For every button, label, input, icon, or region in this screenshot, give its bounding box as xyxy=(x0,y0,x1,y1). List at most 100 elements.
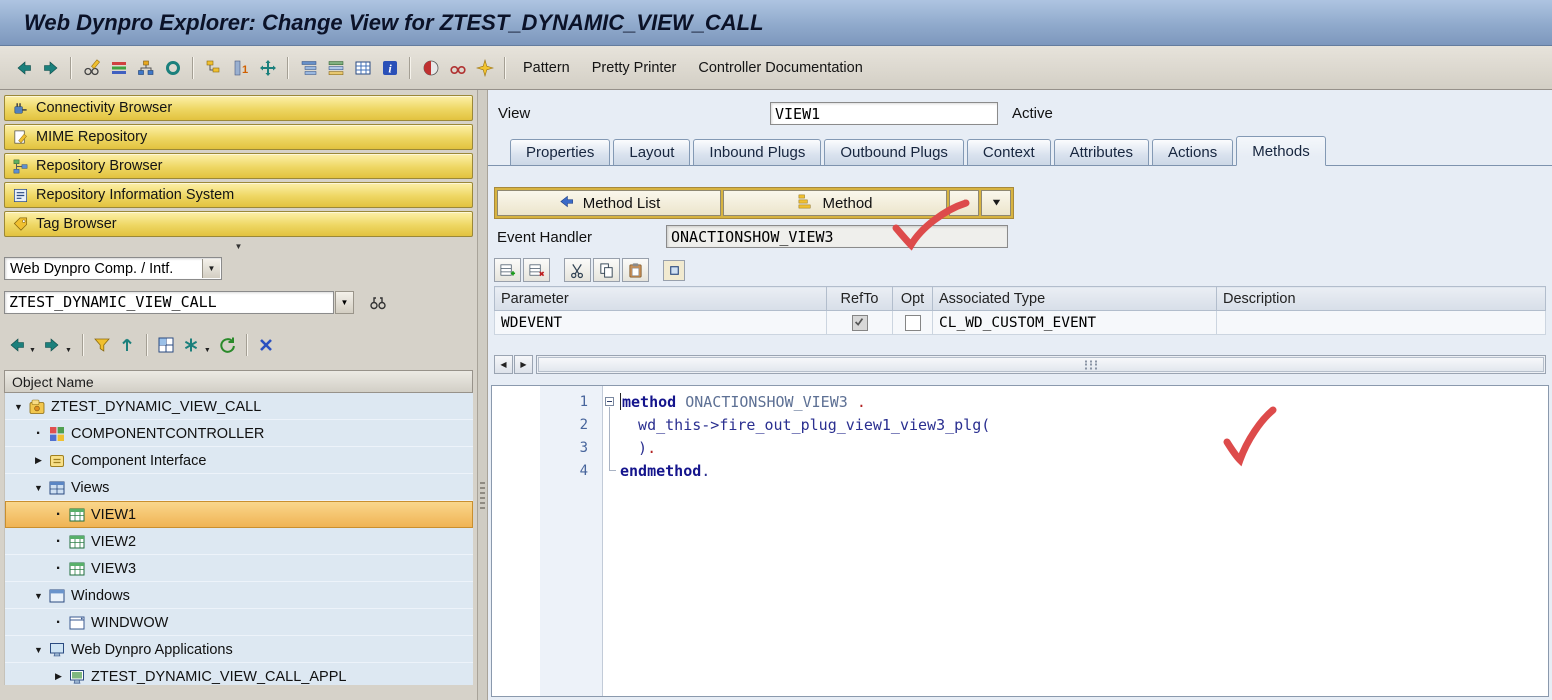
scrollbar-thumb[interactable] xyxy=(538,357,1544,372)
binoculars-icon[interactable] xyxy=(364,289,391,315)
tree-item-ztest-dynamic-view-call[interactable]: ▼ ZTEST_DYNAMIC_VIEW_CALL xyxy=(5,393,473,420)
collapse-arrow-icon[interactable]: ▼ xyxy=(235,242,243,251)
back-icon[interactable] xyxy=(10,55,37,81)
tree-item-componentcontroller[interactable]: · COMPONENTCONTROLLER xyxy=(5,420,473,447)
opt-checkbox[interactable] xyxy=(904,314,921,331)
tab-actions[interactable]: Actions xyxy=(1152,139,1234,166)
expander-open-icon[interactable]: ▼ xyxy=(11,402,26,412)
tree-item-component-interface[interactable]: ▶ Component Interface xyxy=(5,447,473,474)
refresh-icon[interactable] xyxy=(215,332,240,357)
insert-row-icon[interactable] xyxy=(494,258,521,282)
abap-code-editor[interactable]: 1 method ONACTIONSHOW_VIEW3 . 2 wd_this->f… xyxy=(491,385,1549,697)
object-category-select[interactable]: Web Dynpro Comp. / Intf. ▼ xyxy=(4,257,222,280)
tree-item-windwow[interactable]: · WINDWOW xyxy=(5,609,473,636)
forward-icon[interactable] xyxy=(40,332,65,357)
tree-item-view3[interactable]: · VIEW3 xyxy=(5,555,473,582)
method-list-button[interactable]: Method List xyxy=(497,190,721,216)
navigation-icon[interactable] xyxy=(254,55,281,81)
method-button[interactable]: Method xyxy=(723,190,947,216)
column-header-refto[interactable]: RefTo xyxy=(826,286,893,311)
tab-inbound-plugs[interactable]: Inbound Plugs xyxy=(693,139,822,166)
fold-collapse-icon[interactable] xyxy=(602,390,620,413)
next-method-button[interactable] xyxy=(981,190,1011,216)
code-line-3[interactable]: 3 ). xyxy=(492,436,1548,459)
tree-item-view2[interactable]: · VIEW2 xyxy=(5,528,473,555)
tab-attributes[interactable]: Attributes xyxy=(1053,139,1149,166)
where-used-icon[interactable] xyxy=(159,55,186,81)
tab-methods[interactable]: Methods xyxy=(1236,136,1326,166)
column-header-opt[interactable]: Opt xyxy=(892,286,933,311)
code-line-4[interactable]: 4 endmethod. xyxy=(492,459,1548,482)
dropdown-arrow-icon[interactable]: ▼ xyxy=(204,347,211,354)
previous-method-button[interactable] xyxy=(949,190,979,216)
check-icon[interactable] xyxy=(417,55,444,81)
paste-icon[interactable] xyxy=(622,258,649,282)
delete-row-icon[interactable] xyxy=(523,258,550,282)
expander-open-icon[interactable]: ▼ xyxy=(31,483,46,493)
hierarchy-icon[interactable] xyxy=(132,55,159,81)
expander-closed-icon[interactable]: ▶ xyxy=(31,455,46,466)
tab-properties[interactable]: Properties xyxy=(510,139,611,166)
filter-icon[interactable] xyxy=(90,332,115,357)
view-name-field[interactable] xyxy=(770,102,998,125)
object-history-dropdown[interactable]: ▼ xyxy=(335,290,354,314)
tab-context[interactable]: Context xyxy=(966,139,1051,166)
chevron-down-icon[interactable]: ▼ xyxy=(202,259,220,278)
description-cell xyxy=(1216,310,1546,335)
version-icon[interactable]: 1 xyxy=(227,55,254,81)
favorites-icon[interactable] xyxy=(179,332,204,357)
close-icon[interactable] xyxy=(254,332,279,357)
copy-icon[interactable] xyxy=(593,258,620,282)
tree-item-view1[interactable]: · VIEW1 xyxy=(5,501,473,528)
scrollbar-grip[interactable] xyxy=(1085,360,1098,369)
activate-icon[interactable] xyxy=(471,55,498,81)
column-header-parameter[interactable]: Parameter xyxy=(494,286,827,311)
scroll-right-icon[interactable]: ▶ xyxy=(514,355,533,374)
browser-button-repository-browser[interactable]: Repository Browser xyxy=(4,153,473,179)
test-icon[interactable] xyxy=(444,55,471,81)
tab-outbound-plugs[interactable]: Outbound Plugs xyxy=(824,139,964,166)
splitter-grip[interactable] xyxy=(480,482,485,510)
detail-view-icon[interactable] xyxy=(663,259,685,281)
toolbar-button-controller-documentation[interactable]: Controller Documentation xyxy=(687,55,873,81)
structure-icon[interactable] xyxy=(295,55,322,81)
toolbar-button-pretty-printer[interactable]: Pretty Printer xyxy=(581,55,688,81)
tree-item-web-dynpro-applications[interactable]: ▼ Web Dynpro Applications xyxy=(5,636,473,663)
panel-splitter[interactable] xyxy=(478,90,488,700)
code-line-1[interactable]: 1 method ONACTIONSHOW_VIEW3 . xyxy=(492,390,1548,413)
expander-closed-icon[interactable]: ▶ xyxy=(51,671,66,682)
cut-icon[interactable] xyxy=(564,258,591,282)
workflow-icon[interactable] xyxy=(322,55,349,81)
refto-checkbox[interactable] xyxy=(851,314,868,331)
scrollbar-track[interactable] xyxy=(536,355,1546,374)
code-line-2[interactable]: 2 wd_this->fire_out_plug_view1_view3_plg… xyxy=(492,413,1548,436)
event-handler-field[interactable] xyxy=(666,225,1008,248)
enhancement-icon[interactable] xyxy=(105,55,132,81)
browser-button-mime-repository[interactable]: MIME Repository xyxy=(4,124,473,150)
scroll-left-icon[interactable]: ◀ xyxy=(494,355,513,374)
info-icon[interactable]: i xyxy=(376,55,403,81)
dropdown-arrow-icon[interactable]: ▼ xyxy=(65,347,72,354)
browser-button-connectivity-browser[interactable]: Connectivity Browser xyxy=(4,95,473,121)
forward-icon[interactable] xyxy=(37,55,64,81)
column-header-associated-type[interactable]: Associated Type xyxy=(932,286,1217,311)
toolbar-button-pattern[interactable]: Pattern xyxy=(512,55,581,81)
parameter-row-wdevent[interactable]: WDEVENT CL_WD_CUSTOM_EVENT xyxy=(494,310,1546,335)
object-name-input[interactable] xyxy=(4,290,334,314)
back-icon[interactable] xyxy=(4,332,29,357)
expander-open-icon[interactable]: ▼ xyxy=(31,645,46,655)
browser-button-tag-browser[interactable]: Tag Browser xyxy=(4,211,473,237)
browser-button-repository-information-system[interactable]: Repository Information System xyxy=(4,182,473,208)
display-change-icon[interactable] xyxy=(78,55,105,81)
tree-item-views[interactable]: ▼ Views xyxy=(5,474,473,501)
dropdown-arrow-icon[interactable]: ▼ xyxy=(29,347,36,354)
expander-open-icon[interactable]: ▼ xyxy=(31,591,46,601)
tab-layout[interactable]: Layout xyxy=(613,139,691,166)
tree-item-windows[interactable]: ▼ Windows xyxy=(5,582,473,609)
object-list-icon[interactable] xyxy=(200,55,227,81)
layout-icon[interactable] xyxy=(154,332,179,357)
table-view-icon[interactable] xyxy=(349,55,376,81)
column-header-description[interactable]: Description xyxy=(1216,286,1546,311)
sort-icon[interactable] xyxy=(115,332,140,357)
tree-item-ztest-dynamic-view-call-appl[interactable]: ▶ ZTEST_DYNAMIC_VIEW_CALL_APPL xyxy=(5,663,473,685)
